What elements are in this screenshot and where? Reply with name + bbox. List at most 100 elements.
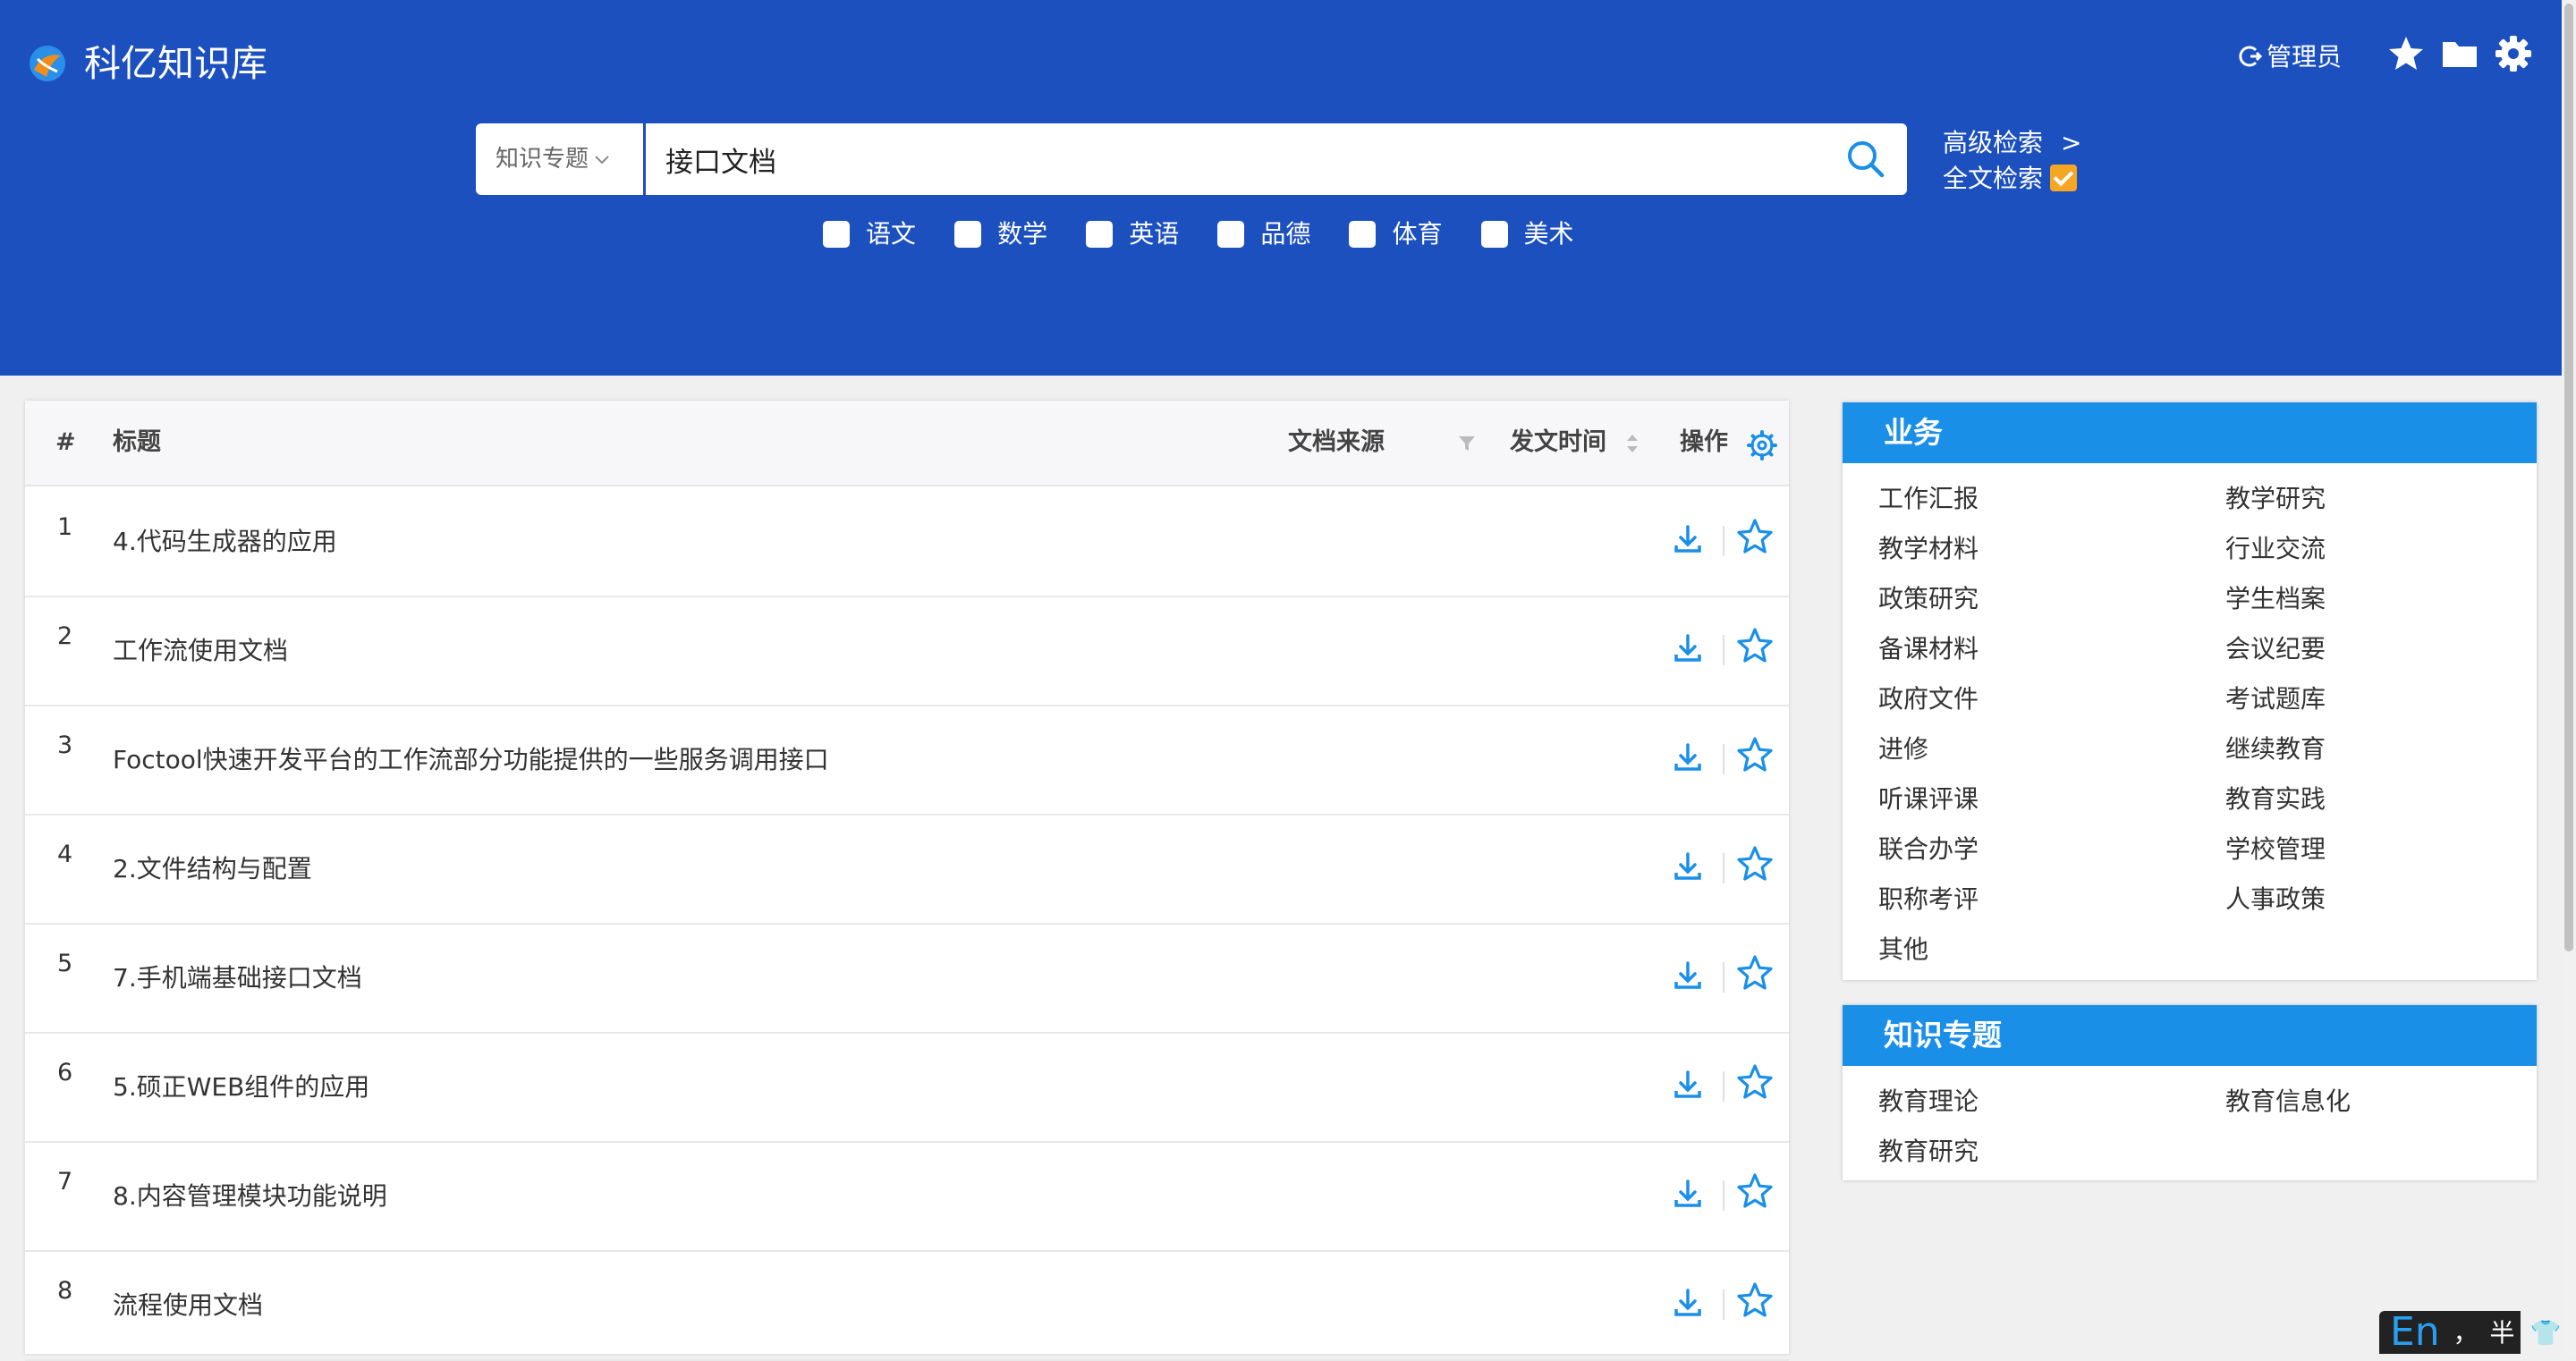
page-scrollbar[interactable] bbox=[2562, 0, 2576, 1354]
table-row[interactable]: 5 7.手机端基础接口文档 bbox=[25, 923, 1789, 1034]
scrollbar-thumb[interactable] bbox=[2564, 4, 2573, 951]
row-index: 6 bbox=[57, 1059, 73, 1086]
ime-width: 半 bbox=[2489, 1318, 2515, 1348]
table-row[interactable]: 4 2.文件结构与配置 bbox=[25, 814, 1789, 925]
business-category-item[interactable]: 人事政策 bbox=[2225, 882, 2326, 917]
download-icon[interactable] bbox=[1671, 740, 1705, 774]
col-actions-header: 操作 bbox=[1680, 428, 1728, 456]
business-category-item[interactable]: 工作汇报 bbox=[1878, 481, 1979, 517]
action-divider bbox=[1723, 962, 1724, 993]
subject-checkbox-pe[interactable]: 体育 bbox=[1349, 216, 1442, 252]
settings-icon[interactable] bbox=[2494, 34, 2533, 73]
favorite-star-icon[interactable] bbox=[1735, 1171, 1775, 1211]
ime-lang: En bbox=[2390, 1309, 2440, 1355]
advanced-search-link[interactable]: 高级检索 > bbox=[1943, 125, 2081, 161]
download-icon[interactable] bbox=[1671, 631, 1705, 665]
download-icon[interactable] bbox=[1671, 1068, 1705, 1102]
row-title-link[interactable]: Foctool快速开发平台的工作流部分功能提供的一些服务调用接口 bbox=[113, 740, 829, 776]
subject-checkbox-english[interactable]: 英语 bbox=[1086, 216, 1179, 252]
table-row[interactable]: 7 8.内容管理模块功能说明 bbox=[25, 1141, 1789, 1252]
favorite-star-icon[interactable] bbox=[1735, 1062, 1775, 1102]
business-category-item[interactable]: 教学研究 bbox=[2225, 481, 2326, 517]
search-bar: 知识专题 bbox=[476, 123, 1907, 195]
folder-icon[interactable] bbox=[2440, 34, 2479, 73]
favorite-star-icon[interactable] bbox=[1735, 953, 1775, 993]
chevron-down-icon bbox=[595, 155, 609, 164]
row-index: 1 bbox=[57, 513, 73, 541]
favorite-star-icon[interactable] bbox=[1735, 517, 1775, 556]
row-title-link[interactable]: 工作流使用文档 bbox=[113, 631, 288, 667]
document-table: # 标题 文档来源 发文时间 操作 1 4.代码生成器的应用 2 工作流使用文档 3 Fo… bbox=[25, 401, 1789, 1361]
col-source-header: 文档来源 bbox=[1288, 428, 1385, 456]
row-title-link[interactable]: 2.文件结构与配置 bbox=[113, 850, 312, 885]
col-index-header: # bbox=[55, 428, 76, 456]
action-divider bbox=[1723, 635, 1724, 665]
download-icon[interactable] bbox=[1671, 850, 1705, 883]
business-category-item[interactable]: 进修 bbox=[1878, 731, 1928, 767]
subject-checkbox-math[interactable]: 数学 bbox=[954, 216, 1047, 252]
topic-category-item[interactable]: 教育理论 bbox=[1878, 1084, 1979, 1120]
topic-category-item[interactable]: 教育信息化 bbox=[2225, 1084, 2351, 1120]
business-category-item[interactable]: 考试题库 bbox=[2225, 681, 2326, 717]
business-category-item[interactable]: 教育实践 bbox=[2225, 782, 2326, 817]
column-settings-icon[interactable] bbox=[1746, 429, 1778, 461]
filter-icon[interactable] bbox=[1458, 435, 1476, 452]
table-row[interactable]: 6 5.硕正WEB组件的应用 bbox=[25, 1032, 1789, 1143]
ime-skin-icon: 👕 bbox=[2529, 1318, 2562, 1348]
row-title-link[interactable]: 流程使用文档 bbox=[113, 1286, 263, 1322]
row-title-link[interactable]: 7.手机端基础接口文档 bbox=[113, 959, 362, 994]
row-title-link[interactable]: 8.内容管理模块功能说明 bbox=[113, 1177, 387, 1213]
download-icon[interactable] bbox=[1671, 1286, 1705, 1320]
favorite-star-icon[interactable] bbox=[1735, 735, 1775, 774]
search-input[interactable] bbox=[655, 123, 1809, 195]
download-icon[interactable] bbox=[1671, 522, 1705, 556]
app-title: 科亿知识库 bbox=[84, 42, 267, 85]
row-index: 3 bbox=[57, 731, 73, 759]
row-title-link[interactable]: 5.硕正WEB组件的应用 bbox=[113, 1068, 369, 1103]
business-category-item[interactable]: 听课评课 bbox=[1878, 782, 1979, 817]
business-category-item[interactable]: 政府文件 bbox=[1878, 681, 1979, 717]
business-category-item[interactable]: 职称考评 bbox=[1878, 882, 1979, 917]
app-logo-icon bbox=[30, 46, 65, 81]
business-category-item[interactable]: 其他 bbox=[1878, 932, 1928, 968]
logout-icon bbox=[2239, 46, 2263, 67]
favorite-star-icon[interactable] bbox=[1735, 844, 1775, 883]
business-category-item[interactable]: 联合办学 bbox=[1878, 832, 1979, 867]
ime-status-bar[interactable]: En ， 半 👕 bbox=[2379, 1309, 2561, 1355]
table-row[interactable]: 2 工作流使用文档 bbox=[25, 596, 1789, 706]
business-category-item[interactable]: 备课材料 bbox=[1878, 631, 1979, 667]
subject-checkbox-art[interactable]: 美术 bbox=[1480, 216, 1574, 252]
business-category-item[interactable]: 学校管理 bbox=[2225, 832, 2326, 867]
user-menu[interactable]: 管理员 bbox=[2238, 38, 2342, 77]
business-category-item[interactable]: 会议纪要 bbox=[2225, 631, 2326, 667]
business-category-item[interactable]: 教学材料 bbox=[1878, 531, 1979, 567]
sort-icon[interactable] bbox=[1624, 431, 1640, 456]
star-icon[interactable] bbox=[2386, 34, 2426, 73]
fulltext-checkbox[interactable] bbox=[2050, 165, 2078, 191]
business-panel-title: 业务 bbox=[1843, 402, 2537, 463]
business-category-item[interactable]: 行业交流 bbox=[2225, 531, 2326, 567]
search-category-select[interactable]: 知识专题 bbox=[476, 123, 646, 195]
business-category-item[interactable]: 学生档案 bbox=[2225, 581, 2326, 617]
fulltext-search-toggle[interactable]: 全文检索 bbox=[1943, 161, 2078, 197]
row-index: 2 bbox=[57, 622, 73, 650]
table-row[interactable]: 1 4.代码生成器的应用 bbox=[25, 486, 1789, 597]
subject-checkbox-chinese[interactable]: 语文 bbox=[823, 216, 916, 252]
topic-category-item[interactable]: 教育研究 bbox=[1878, 1134, 1979, 1170]
business-category-item[interactable]: 继续教育 bbox=[2225, 731, 2326, 767]
action-divider bbox=[1723, 744, 1724, 774]
business-category-item[interactable]: 政策研究 bbox=[1878, 581, 1979, 617]
subject-checkbox-morality[interactable]: 品德 bbox=[1217, 216, 1310, 252]
action-divider bbox=[1723, 1071, 1724, 1102]
search-icon[interactable] bbox=[1843, 136, 1889, 182]
download-icon[interactable] bbox=[1671, 959, 1705, 993]
table-row[interactable]: 8 流程使用文档 bbox=[25, 1250, 1789, 1361]
col-date-header[interactable]: 发文时间 bbox=[1510, 401, 1606, 485]
download-icon[interactable] bbox=[1671, 1177, 1705, 1211]
favorite-star-icon[interactable] bbox=[1735, 1281, 1775, 1320]
table-row[interactable]: 3 Foctool快速开发平台的工作流部分功能提供的一些服务调用接口 bbox=[25, 705, 1789, 816]
row-index: 7 bbox=[57, 1168, 73, 1196]
row-title-link[interactable]: 4.代码生成器的应用 bbox=[113, 522, 337, 558]
favorite-star-icon[interactable] bbox=[1735, 626, 1775, 665]
subject-filters: 语文 数学 英语 品德 体育 美术 bbox=[823, 216, 1608, 252]
